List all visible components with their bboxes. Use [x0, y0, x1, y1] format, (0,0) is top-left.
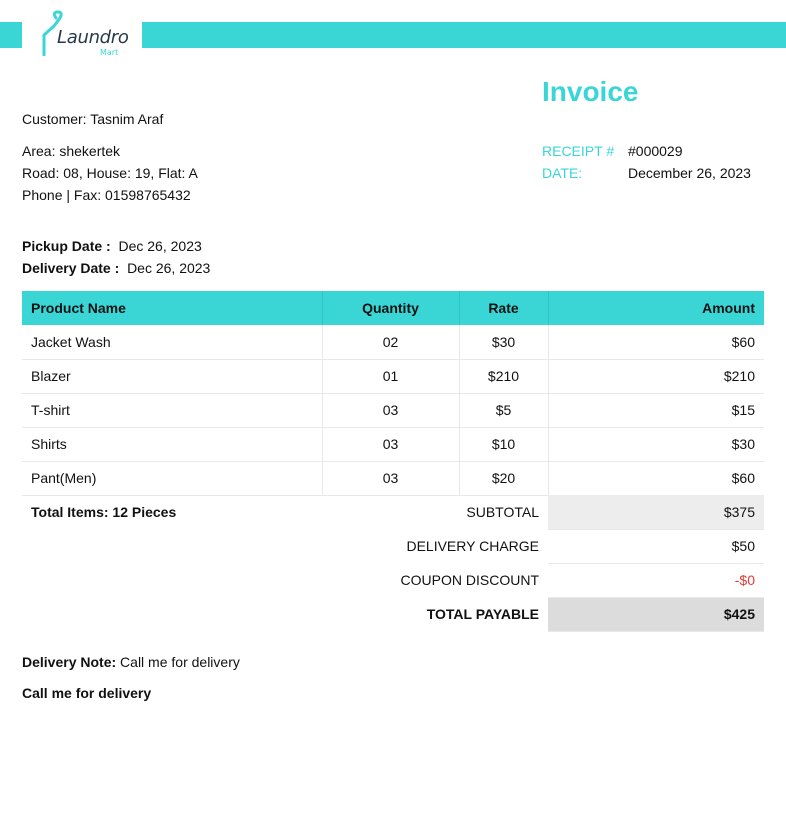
product-rate: $30: [459, 325, 549, 360]
product-name: Jacket Wash: [22, 325, 323, 360]
header-product-name: Product Name: [22, 291, 323, 325]
product-quantity: 03: [322, 461, 460, 496]
date-value: December 26, 2023: [628, 165, 751, 181]
totals-table: Total Items: 12 Pieces SUBTOTAL $375 DEL…: [22, 495, 764, 632]
delivery-note-repeat: Call me for delivery: [22, 685, 152, 701]
header-accent-bar-left: [0, 22, 22, 48]
delivery-date-label: Delivery Date :: [22, 260, 120, 276]
product-name: Shirts: [22, 427, 323, 462]
delivery-date-value: Dec 26, 2023: [127, 260, 211, 276]
receipt-value: #000029: [628, 143, 683, 159]
date-label: DATE:: [542, 165, 583, 181]
product-amount: $60: [548, 461, 764, 496]
total-items: Total Items: 12 Pieces: [31, 504, 177, 520]
product-name: Pant(Men): [22, 461, 323, 496]
table-row: Jacket Wash 02 $30 $60: [22, 325, 764, 360]
product-quantity: 01: [322, 359, 460, 394]
coupon-discount-value: -$0: [548, 563, 764, 598]
delivery-charge-label: DELIVERY CHARGE: [406, 538, 539, 554]
product-rate: $20: [459, 461, 549, 496]
pickup-date-label: Pickup Date :: [22, 238, 111, 254]
customer-phone: Phone | Fax: 01598765432: [22, 187, 191, 203]
total-payable-value: $425: [548, 597, 764, 632]
total-payable-row: TOTAL PAYABLE $425: [22, 597, 764, 632]
product-name: Blazer: [22, 359, 323, 394]
pickup-date: Pickup Date : Dec 26, 2023: [22, 238, 202, 254]
table-row: Blazer 01 $210 $210: [22, 359, 764, 394]
customer-address: Road: 08, House: 19, Flat: A: [22, 165, 198, 181]
delivery-charge-row: DELIVERY CHARGE $50: [22, 529, 764, 564]
total-payable-label: TOTAL PAYABLE: [426, 606, 539, 622]
table-row: T-shirt 03 $5 $15: [22, 393, 764, 428]
coupon-discount-row: COUPON DISCOUNT -$0: [22, 563, 764, 598]
receipt-label: RECEIPT #: [542, 143, 615, 159]
brand-name: Laundro: [57, 27, 129, 48]
delivery-note: Delivery Note: Call me for delivery: [22, 654, 240, 670]
delivery-note-value: Call me for delivery: [120, 654, 240, 670]
product-name: T-shirt: [22, 393, 323, 428]
brand-subname: Mart: [100, 48, 119, 57]
header-accent-bar-right: [142, 22, 786, 48]
customer-name: Customer: Tasnim Araf: [22, 111, 164, 127]
subtotal-row: Total Items: 12 Pieces SUBTOTAL $375: [22, 495, 764, 530]
header-rate: Rate: [459, 291, 549, 325]
product-quantity: 03: [322, 393, 460, 428]
delivery-date: Delivery Date : Dec 26, 2023: [22, 260, 210, 276]
coupon-discount-label: COUPON DISCOUNT: [400, 572, 539, 588]
brand-logo: Laundro Mart: [40, 10, 130, 60]
product-amount: $60: [548, 325, 764, 360]
subtotal-label: SUBTOTAL: [466, 504, 539, 520]
product-amount: $15: [548, 393, 764, 428]
customer-area: Area: shekertek: [22, 143, 121, 159]
table-row: Pant(Men) 03 $20 $60: [22, 461, 764, 496]
header-amount: Amount: [548, 291, 764, 325]
product-quantity: 02: [322, 325, 460, 360]
product-amount: $30: [548, 427, 764, 462]
table-row: Shirts 03 $10 $30: [22, 427, 764, 462]
product-rate: $10: [459, 427, 549, 462]
subtotal-value: $375: [548, 495, 764, 530]
product-amount: $210: [548, 359, 764, 394]
product-rate: $5: [459, 393, 549, 428]
items-table: Product Name Quantity Rate Amount Jacket…: [22, 291, 764, 496]
pickup-date-value: Dec 26, 2023: [118, 238, 202, 254]
delivery-charge-value: $50: [548, 529, 764, 564]
delivery-note-label: Delivery Note:: [22, 654, 117, 670]
header-quantity: Quantity: [322, 291, 460, 325]
table-header-row: Product Name Quantity Rate Amount: [22, 291, 764, 325]
product-quantity: 03: [322, 427, 460, 462]
invoice-title: Invoice: [542, 76, 639, 107]
product-rate: $210: [459, 359, 549, 394]
